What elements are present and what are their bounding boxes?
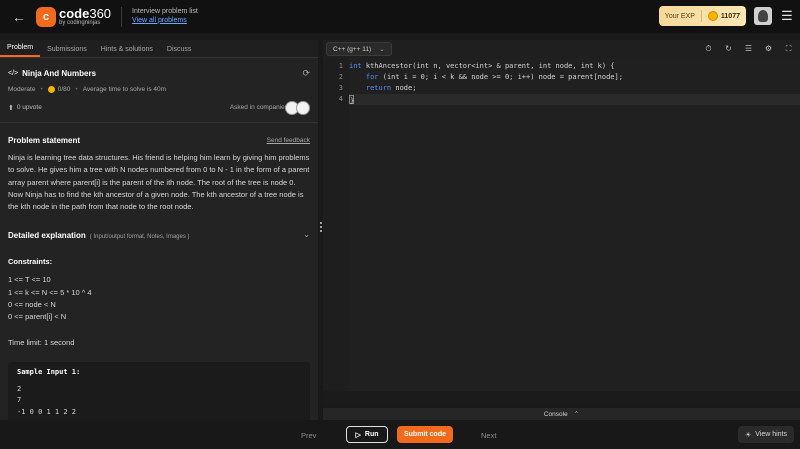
avatar[interactable]	[754, 7, 772, 25]
logo-num-text: 360	[89, 6, 112, 21]
editor-footer	[323, 391, 800, 405]
line-number: 3	[338, 84, 343, 92]
line-number: 4	[338, 95, 343, 103]
detailed-explanation-toggle[interactable]: Detailed explanation( Input/output forma…	[0, 225, 318, 243]
console-toggle[interactable]: Console ⌃	[323, 408, 800, 420]
sample-input-box: Sample Input 1: 2 7 -1 0 0 1 1 2 2	[8, 361, 310, 420]
chevron-down-icon: ⌄	[379, 46, 385, 53]
divider	[121, 6, 123, 27]
problem-panel: Problem Submissions Hints & solutions Di…	[0, 40, 318, 420]
sample-line: -1 0 0 1 1 2 2	[17, 407, 77, 416]
code-line: int kthAncestor(int n, vector<int> & par…	[349, 62, 615, 70]
exp-label: Your EXP	[664, 12, 695, 20]
tab-hints-solutions[interactable]: Hints & solutions	[94, 46, 160, 57]
sample-heading: Sample Input 1:	[17, 367, 81, 376]
view-hints-label: View hints	[755, 431, 787, 438]
fullscreen-icon[interactable]: ⛶	[783, 43, 794, 54]
view-all-problems-link[interactable]: View all problems	[132, 17, 198, 25]
score-label: 0/80	[57, 86, 71, 93]
line-number: 2	[338, 73, 343, 81]
asked-in-label: Asked in companies	[229, 104, 288, 111]
code-line: return node;	[349, 84, 417, 92]
view-hints-button[interactable]: ☀ View hints	[737, 426, 794, 443]
code-line: }	[349, 94, 800, 105]
chevron-down-icon: ⌄	[303, 229, 310, 239]
reset-icon[interactable]: ↻	[723, 43, 734, 54]
detailed-heading: Detailed explanation	[8, 231, 86, 241]
top-bar: ← c code360 by codingninjas Interview pr…	[0, 0, 800, 33]
company-logo-icon	[296, 100, 310, 115]
problem-statement: Ninja is learning tree data structures. …	[8, 153, 310, 212]
problem-meta: Moderate • 0/80 • Average time to solve …	[8, 86, 167, 93]
language-select[interactable]: C++ (g++ 11) ⌄	[326, 42, 392, 56]
coin-icon	[47, 86, 55, 93]
statement-heading: Problem statement	[8, 136, 81, 145]
code-area[interactable]: int kthAncestor(int n, vector<int> & par…	[349, 58, 800, 391]
constraints-section: Constraints: 1 <= T <= 10 1 <= k <= N <=…	[0, 257, 318, 323]
share-icon[interactable]: ⟳	[302, 68, 310, 79]
asked-in-companies[interactable]: Asked in companies	[229, 100, 310, 115]
hamburger-menu-icon[interactable]: ☰	[780, 8, 794, 24]
lightbulb-icon: ☀	[744, 431, 752, 439]
next-button[interactable]: Next	[481, 431, 496, 440]
send-feedback-link[interactable]: Send feedback	[267, 137, 310, 144]
constraint-line: 1 <= k <= N <= 5 * 10 ^ 4	[8, 287, 92, 297]
logo-main-text: code	[59, 6, 90, 21]
problem-tabs: Problem Submissions Hints & solutions Di…	[0, 40, 318, 58]
console-label: Console	[543, 410, 568, 418]
back-arrow-icon[interactable]: ←	[8, 9, 30, 25]
run-label: Run	[364, 431, 379, 438]
code-icon: </>	[8, 70, 19, 77]
exp-badge[interactable]: Your EXP 11077	[658, 6, 746, 26]
detailed-sub: ( Input/output format, Notes, Images )	[89, 234, 190, 241]
line-number: 1	[338, 62, 343, 70]
editor-toolbar: C++ (g++ 11) ⌄ ⏱ ↻ ☰ ⚙ ⛶	[323, 40, 800, 58]
tab-discuss[interactable]: Discuss	[160, 46, 199, 57]
upvote-arrow-icon: ⬆	[8, 104, 14, 112]
avg-time-label: Average time to solve is 40m	[82, 86, 167, 93]
code-editor[interactable]: 1 2 3 4 int kthAncestor(int n, vector<in…	[323, 58, 800, 391]
bottom-bar: Prev ▷ Run Submit code Next ☀ View hints	[0, 420, 800, 449]
notes-icon[interactable]: ☰	[743, 43, 754, 54]
settings-gear-icon[interactable]: ⚙	[763, 43, 774, 54]
tab-problem[interactable]: Problem	[0, 44, 41, 57]
coin-icon	[707, 11, 718, 21]
app-root: ← c code360 by codingninjas Interview pr…	[0, 0, 800, 449]
prev-button[interactable]: Prev	[301, 431, 316, 440]
exp-value: 11077	[720, 12, 740, 20]
upvote-count: 0 upvote	[16, 104, 42, 111]
tab-submissions[interactable]: Submissions	[40, 46, 94, 57]
code-line: for (int i = 0; i < k && node >= 0; i++)…	[349, 73, 623, 81]
time-limit: Time limit: 1 second	[8, 337, 75, 347]
difficulty-label: Moderate	[8, 86, 36, 93]
timer-icon[interactable]: ⏱	[703, 43, 714, 54]
chevron-up-icon: ⌃	[573, 411, 580, 418]
line-number-gutter: 1 2 3 4	[323, 58, 349, 391]
submit-code-button[interactable]: Submit code	[397, 426, 453, 443]
play-icon: ▷	[355, 431, 361, 439]
constraints-heading: Constraints:	[8, 257, 53, 267]
sample-line: 7	[17, 396, 22, 405]
run-button[interactable]: ▷ Run	[346, 426, 388, 443]
logo-badge-icon: c	[36, 6, 56, 27]
constraint-line: 1 <= T <= 10	[8, 275, 51, 285]
code360-logo[interactable]: c code360 by codingninjas	[36, 6, 112, 27]
breadcrumb: Interview problem list View all problems	[132, 8, 198, 25]
breadcrumb-title: Interview problem list	[132, 8, 198, 16]
language-label: C++ (g++ 11)	[333, 45, 372, 53]
problem-title: Ninja And Numbers	[22, 69, 97, 78]
upvote-button[interactable]: ⬆ 0 upvote	[8, 104, 42, 112]
constraint-line: 0 <= parent[i] < N	[8, 312, 67, 322]
sample-line: 2	[17, 384, 22, 393]
constraint-line: 0 <= node < N	[8, 300, 56, 310]
